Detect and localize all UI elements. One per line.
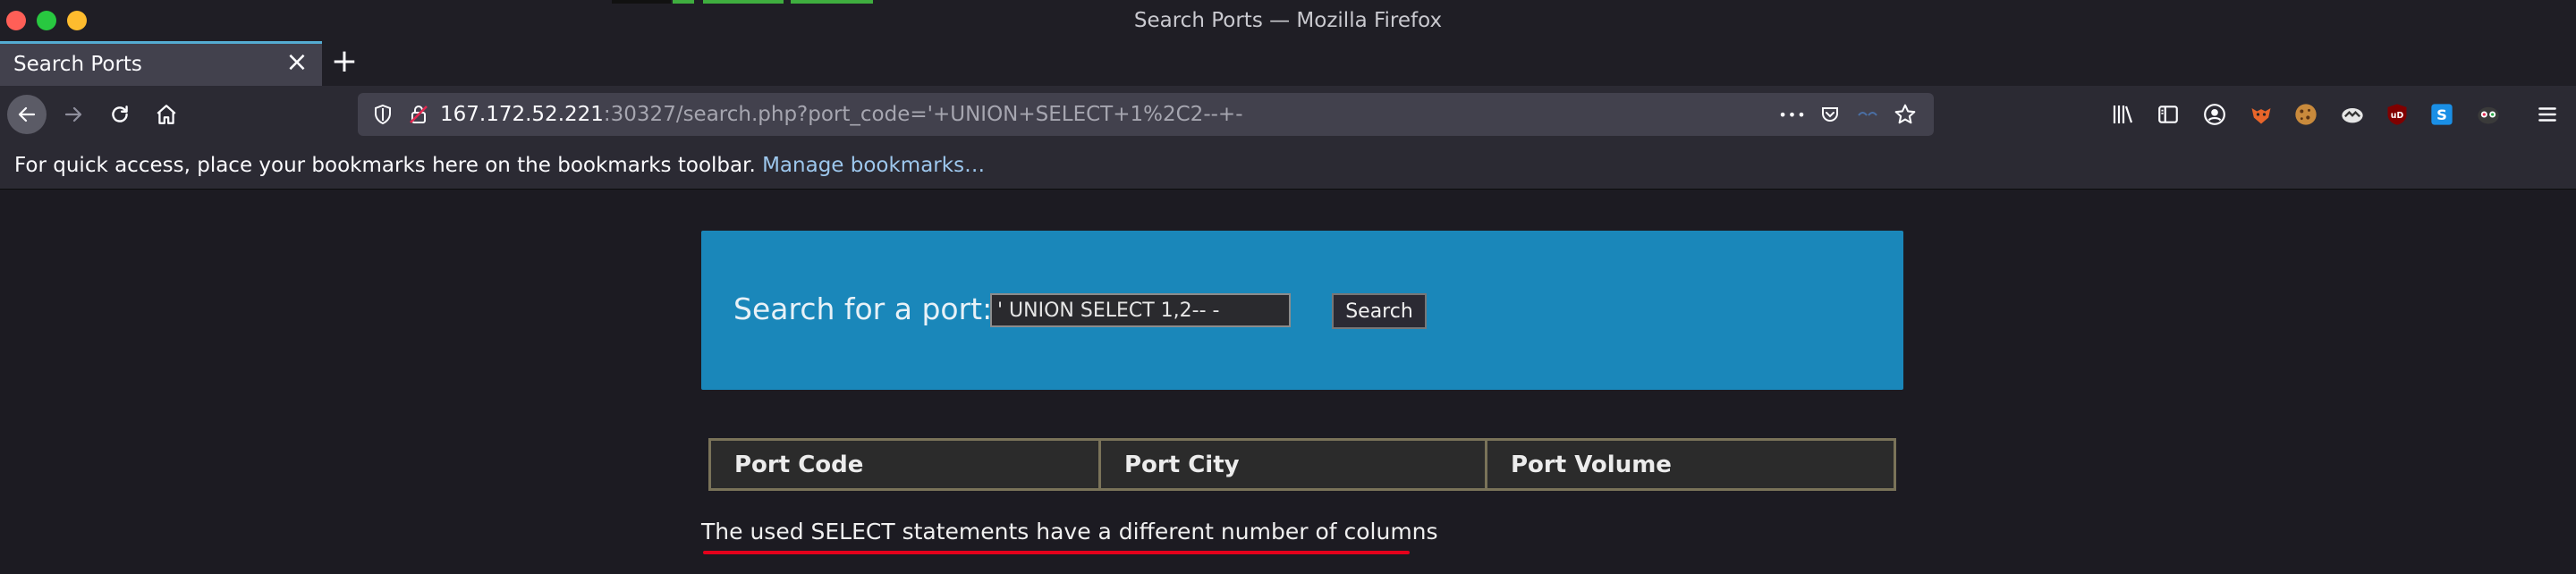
- tab-label: Search Ports: [13, 53, 142, 76]
- tracking-protection-shield-icon[interactable]: [372, 104, 394, 125]
- bookmarks-hint: For quick access, place your bookmarks h…: [14, 154, 756, 177]
- taskbar-strip: [612, 0, 671, 4]
- search-panel: Search for a port: Search: [701, 231, 1903, 390]
- svg-text:S: S: [2436, 106, 2447, 123]
- column-header-port-city: Port City: [1098, 438, 1487, 491]
- svg-text:uD: uD: [2391, 111, 2404, 121]
- wappalyzer-extension-icon[interactable]: [2336, 98, 2368, 131]
- sticker-extension-icon[interactable]: [2472, 98, 2504, 131]
- cookie-editor-extension-icon[interactable]: [2290, 98, 2322, 131]
- page-content: Search for a port: Search Port Code Port…: [0, 190, 2576, 574]
- account-icon[interactable]: [2199, 98, 2231, 131]
- ublock-origin-extension-icon[interactable]: uD: [2381, 98, 2413, 131]
- bookmark-star-icon[interactable]: [1891, 100, 1919, 129]
- new-tab-button[interactable]: +: [329, 45, 360, 79]
- url-text[interactable]: 167.172.52.221:30327/search.php?port_cod…: [440, 103, 1243, 126]
- table-header-row: Port Code Port City Port Volume: [708, 438, 1896, 491]
- home-icon: [157, 105, 176, 124]
- insecure-lock-icon[interactable]: [408, 104, 429, 125]
- tab-bar: Search Ports × +: [0, 41, 2576, 86]
- tab-search-ports[interactable]: Search Ports ×: [0, 41, 322, 86]
- error-underline-annotation: [703, 551, 1410, 554]
- back-button[interactable]: [7, 95, 47, 134]
- sidebar-icon[interactable]: [2152, 98, 2184, 131]
- title-bar: Search Ports — Mozilla Firefox: [0, 0, 2576, 45]
- search-label: Search for a port:: [733, 291, 993, 326]
- column-header-port-volume: Port Volume: [1485, 438, 1896, 491]
- menu-hamburger-icon[interactable]: [2531, 98, 2563, 131]
- search-input[interactable]: [990, 293, 1291, 327]
- navigation-toolbar: 167.172.52.221:30327/search.php?port_cod…: [0, 86, 2576, 143]
- s-extension-icon[interactable]: S: [2426, 98, 2458, 131]
- taskbar-strip: [673, 0, 694, 4]
- ports-table: Port Code Port City Port Volume: [708, 438, 1896, 491]
- bookmarks-toolbar: For quick access, place your bookmarks h…: [0, 143, 2576, 190]
- search-button[interactable]: Search: [1332, 293, 1427, 329]
- arrow-right-icon: [64, 106, 82, 122]
- sql-error-message: The used SELECT statements have a differ…: [701, 519, 1438, 544]
- forward-button[interactable]: [54, 95, 93, 134]
- taskbar-strip: [791, 0, 873, 4]
- library-icon[interactable]: [2107, 98, 2140, 131]
- foxyproxy-extension-icon[interactable]: [2245, 98, 2277, 131]
- manage-bookmarks-link[interactable]: Manage bookmarks…: [762, 154, 985, 177]
- home-button[interactable]: [147, 95, 186, 134]
- address-bar[interactable]: 167.172.52.221:30327/search.php?port_cod…: [358, 93, 1934, 136]
- window-title: Search Ports — Mozilla Firefox: [1133, 9, 1443, 32]
- reload-button[interactable]: [100, 95, 140, 134]
- reader-view-icon[interactable]: [1853, 100, 1882, 129]
- arrow-left-icon: [18, 106, 36, 122]
- column-header-port-code: Port Code: [708, 438, 1101, 491]
- bookmarks-message: For quick access, place your bookmarks h…: [14, 154, 985, 177]
- pocket-icon[interactable]: [1816, 100, 1844, 129]
- url-host: 167.172.52.221: [440, 103, 604, 126]
- taskbar-strip: [703, 0, 784, 4]
- page-actions-icon[interactable]: •••: [1778, 100, 1807, 129]
- close-tab-icon[interactable]: ×: [284, 49, 309, 76]
- url-path: :30327/search.php?port_code='+UNION+SELE…: [603, 103, 1243, 126]
- reload-icon: [112, 106, 128, 122]
